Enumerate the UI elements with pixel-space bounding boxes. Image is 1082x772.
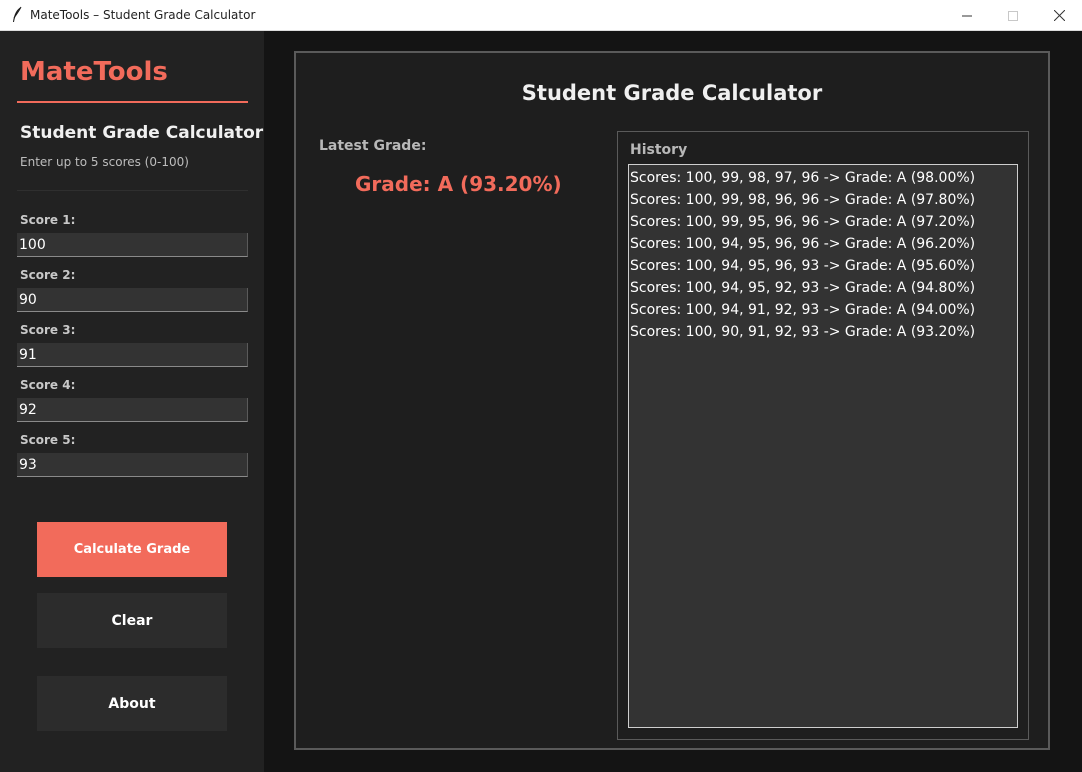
latest-grade-label: Latest Grade: [319,138,427,154]
history-group: History Scores: 100, 99, 98, 97, 96 -> G… [617,131,1029,740]
list-item[interactable]: Scores: 100, 94, 95, 92, 93 -> Grade: A … [630,278,1016,300]
clear-button[interactable]: Clear [37,593,227,648]
score-5-input[interactable] [17,453,248,477]
about-button[interactable]: About [37,676,227,731]
calculate-grade-button[interactable]: Calculate Grade [37,522,227,577]
score-2-input[interactable] [17,288,248,312]
score-4-label: Score 4: [20,378,76,392]
history-label: History [630,142,688,158]
list-item[interactable]: Scores: 100, 94, 95, 96, 93 -> Grade: A … [630,256,1016,278]
logo-divider [17,101,248,103]
list-item[interactable]: Scores: 100, 99, 98, 97, 96 -> Grade: A … [630,168,1016,190]
sidebar-subtitle: Enter up to 5 scores (0-100) [20,155,189,169]
maximize-button[interactable] [990,0,1036,31]
window-titlebar: MateTools – Student Grade Calculator [0,0,1082,31]
score-5-label: Score 5: [20,433,76,447]
minimize-button[interactable] [944,0,990,31]
list-item[interactable]: Scores: 100, 94, 91, 92, 93 -> Grade: A … [630,300,1016,322]
score-3-label: Score 3: [20,323,76,337]
sidebar-divider [17,190,248,191]
app-logo: MateTools [20,57,168,87]
list-item[interactable]: Scores: 100, 94, 95, 96, 96 -> Grade: A … [630,234,1016,256]
score-3-input[interactable] [17,343,248,367]
history-list[interactable]: Scores: 100, 99, 98, 97, 96 -> Grade: A … [628,164,1018,728]
score-1-input[interactable] [17,233,248,257]
list-item[interactable]: Scores: 100, 99, 95, 96, 96 -> Grade: A … [630,212,1016,234]
latest-grade-value: Grade: A (93.20%) [355,172,562,196]
close-icon [1053,10,1065,21]
sidebar: MateTools Student Grade Calculator Enter… [0,31,264,772]
list-item[interactable]: Scores: 100, 99, 98, 96, 96 -> Grade: A … [630,190,1016,212]
list-item[interactable]: Scores: 100, 90, 91, 92, 93 -> Grade: A … [630,322,1016,344]
window-title: MateTools – Student Grade Calculator [30,8,256,22]
score-1-label: Score 1: [20,213,76,227]
minimize-icon [962,15,972,16]
feather-icon [13,6,22,22]
maximize-icon [1008,10,1018,21]
calculator-panel: Student Grade Calculator Latest Grade: G… [294,51,1050,750]
score-2-label: Score 2: [20,268,76,282]
close-button[interactable] [1036,0,1082,31]
score-4-input[interactable] [17,398,248,422]
page-title: Student Grade Calculator [521,81,823,105]
sidebar-title: Student Grade Calculator [20,123,264,143]
